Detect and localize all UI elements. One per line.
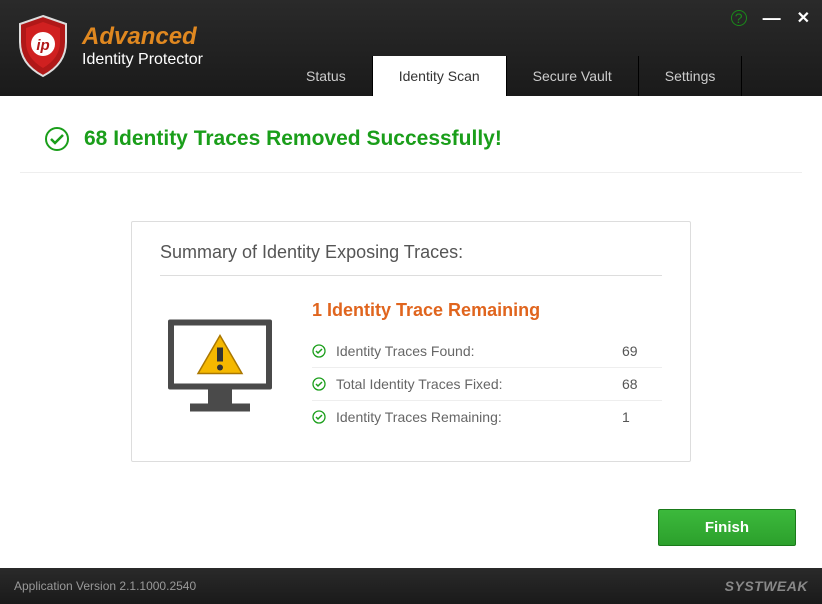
summary-title: Summary of Identity Exposing Traces: (160, 242, 662, 276)
summary-stats: 1 Identity Trace Remaining Identity Trac… (312, 300, 662, 433)
close-icon[interactable]: ✕ (797, 8, 810, 28)
content: 68 Identity Traces Removed Successfully!… (0, 96, 822, 568)
success-message: 68 Identity Traces Removed Successfully! (84, 127, 502, 151)
stat-value: 1 (622, 409, 662, 425)
check-icon (312, 344, 326, 358)
tab-identity-scan[interactable]: Identity Scan (373, 56, 507, 96)
tab-status[interactable]: Status (280, 56, 373, 96)
svg-text:ip: ip (36, 37, 49, 54)
stat-row-found: Identity Traces Found: 69 (312, 335, 662, 368)
version-label: Application Version 2.1.1000.2540 (14, 579, 196, 593)
monitor-warning-icon (160, 300, 280, 433)
shield-icon: ip (16, 14, 70, 78)
check-icon (312, 410, 326, 424)
stat-row-remaining: Identity Traces Remaining: 1 (312, 401, 662, 433)
summary-card: Summary of Identity Exposing Traces: 1 I… (131, 221, 691, 462)
remaining-title: 1 Identity Trace Remaining (312, 300, 662, 321)
success-check-icon (44, 126, 70, 152)
help-icon[interactable]: ? (731, 10, 747, 26)
footer: Application Version 2.1.1000.2540 SYSTWE… (0, 568, 822, 604)
check-icon (312, 377, 326, 391)
tab-secure-vault[interactable]: Secure Vault (507, 56, 639, 96)
finish-button[interactable]: Finish (658, 509, 796, 546)
stat-label: Total Identity Traces Fixed: (336, 376, 612, 392)
stat-label: Identity Traces Found: (336, 343, 612, 359)
tab-settings[interactable]: Settings (639, 56, 743, 96)
stat-label: Identity Traces Remaining: (336, 409, 612, 425)
titlebar: ? — ✕ ip Advanced Identity Protector Sta… (0, 0, 822, 96)
brand-title: Advanced (82, 23, 203, 51)
brand: ip Advanced Identity Protector (16, 14, 203, 78)
minimize-icon[interactable]: — (763, 14, 781, 22)
success-banner: 68 Identity Traces Removed Successfully! (20, 118, 802, 173)
brand-subtitle: Identity Protector (82, 51, 203, 69)
stat-value: 68 (622, 376, 662, 392)
stat-value: 69 (622, 343, 662, 359)
tabs: Status Identity Scan Secure Vault Settin… (280, 56, 742, 96)
vendor-logo: SYSTWEAK (725, 578, 808, 594)
stat-row-fixed: Total Identity Traces Fixed: 68 (312, 368, 662, 401)
